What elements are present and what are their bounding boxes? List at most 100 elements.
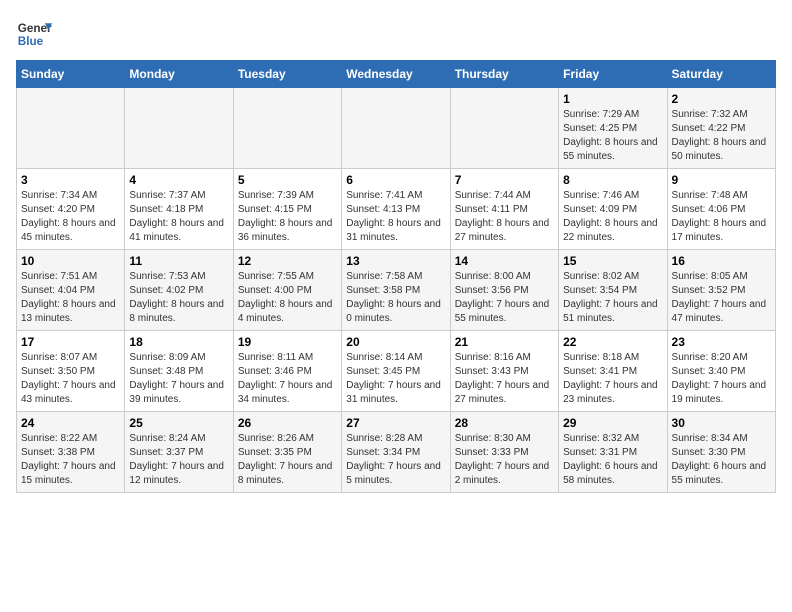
weekday-header-row: SundayMondayTuesdayWednesdayThursdayFrid…: [17, 61, 776, 88]
day-number: 27: [346, 416, 445, 430]
day-number: 29: [563, 416, 662, 430]
calendar-week-3: 10 Sunrise: 7:51 AM Sunset: 4:04 PM Dayli…: [17, 250, 776, 331]
weekday-header-friday: Friday: [559, 61, 667, 88]
calendar-header: SundayMondayTuesdayWednesdayThursdayFrid…: [17, 61, 776, 88]
calendar-cell: 25 Sunrise: 8:24 AM Sunset: 3:37 PM Dayli…: [125, 412, 233, 493]
day-info: Sunrise: 8:05 AM Sunset: 3:52 PM Dayligh…: [672, 270, 771, 326]
day-info: Sunrise: 7:44 AM Sunset: 4:11 PM Dayligh…: [455, 189, 554, 245]
weekday-header-monday: Monday: [125, 61, 233, 88]
day-number: 20: [346, 335, 445, 349]
day-number: 19: [238, 335, 337, 349]
logo: General Blue: [16, 16, 52, 52]
calendar-cell: [17, 88, 125, 169]
calendar-cell: 5Sunrise: 7:39 AM Sunset: 4:15 PM Daylig…: [233, 169, 341, 250]
svg-text:Blue: Blue: [18, 35, 44, 48]
calendar-cell: 24 Sunrise: 8:22 AM Sunset: 3:38 PM Dayli…: [17, 412, 125, 493]
calendar-cell: 10 Sunrise: 7:51 AM Sunset: 4:04 PM Dayli…: [17, 250, 125, 331]
logo-icon: General Blue: [16, 16, 52, 52]
day-number: 21: [455, 335, 554, 349]
calendar-cell: [233, 88, 341, 169]
day-info: Sunrise: 8:16 AM Sunset: 3:43 PM Dayligh…: [455, 351, 554, 407]
day-info: Sunrise: 7:55 AM Sunset: 4:00 PM Dayligh…: [238, 270, 337, 326]
calendar-cell: 8 Sunrise: 7:46 AM Sunset: 4:09 PM Daylig…: [559, 169, 667, 250]
calendar-cell: 29 Sunrise: 8:32 AM Sunset: 3:31 PM Dayli…: [559, 412, 667, 493]
day-number: 17: [21, 335, 120, 349]
weekday-header-wednesday: Wednesday: [342, 61, 450, 88]
calendar-cell: 1Sunrise: 7:29 AM Sunset: 4:25 PM Daylig…: [559, 88, 667, 169]
calendar-cell: 12Sunrise: 7:55 AM Sunset: 4:00 PM Dayli…: [233, 250, 341, 331]
day-number: 25: [129, 416, 228, 430]
calendar-cell: 21 Sunrise: 8:16 AM Sunset: 3:43 PM Dayli…: [450, 331, 558, 412]
weekday-header-sunday: Sunday: [17, 61, 125, 88]
day-number: 18: [129, 335, 228, 349]
day-number: 22: [563, 335, 662, 349]
calendar-cell: 26Sunrise: 8:26 AM Sunset: 3:35 PM Dayli…: [233, 412, 341, 493]
day-info: Sunrise: 8:30 AM Sunset: 3:33 PM Dayligh…: [455, 432, 554, 488]
calendar-body: 1Sunrise: 7:29 AM Sunset: 4:25 PM Daylig…: [17, 88, 776, 493]
day-number: 14: [455, 254, 554, 268]
day-info: Sunrise: 8:24 AM Sunset: 3:37 PM Dayligh…: [129, 432, 228, 488]
calendar-table: SundayMondayTuesdayWednesdayThursdayFrid…: [16, 60, 776, 493]
day-info: Sunrise: 8:26 AM Sunset: 3:35 PM Dayligh…: [238, 432, 337, 488]
day-number: 9: [672, 173, 771, 187]
calendar-cell: 7Sunrise: 7:44 AM Sunset: 4:11 PM Daylig…: [450, 169, 558, 250]
day-info: Sunrise: 8:02 AM Sunset: 3:54 PM Dayligh…: [563, 270, 662, 326]
day-info: Sunrise: 8:09 AM Sunset: 3:48 PM Dayligh…: [129, 351, 228, 407]
weekday-header-saturday: Saturday: [667, 61, 775, 88]
calendar-week-2: 3Sunrise: 7:34 AM Sunset: 4:20 PM Daylig…: [17, 169, 776, 250]
day-info: Sunrise: 8:32 AM Sunset: 3:31 PM Dayligh…: [563, 432, 662, 488]
day-info: Sunrise: 7:37 AM Sunset: 4:18 PM Dayligh…: [129, 189, 228, 245]
day-info: Sunrise: 7:39 AM Sunset: 4:15 PM Dayligh…: [238, 189, 337, 245]
day-info: Sunrise: 7:51 AM Sunset: 4:04 PM Dayligh…: [21, 270, 120, 326]
calendar-cell: 27 Sunrise: 8:28 AM Sunset: 3:34 PM Dayli…: [342, 412, 450, 493]
calendar-cell: 16 Sunrise: 8:05 AM Sunset: 3:52 PM Dayli…: [667, 250, 775, 331]
day-number: 13: [346, 254, 445, 268]
calendar-cell: 19 Sunrise: 8:11 AM Sunset: 3:46 PM Dayli…: [233, 331, 341, 412]
calendar-cell: 13 Sunrise: 7:58 AM Sunset: 3:58 PM Dayli…: [342, 250, 450, 331]
day-info: Sunrise: 7:53 AM Sunset: 4:02 PM Dayligh…: [129, 270, 228, 326]
day-info: Sunrise: 8:11 AM Sunset: 3:46 PM Dayligh…: [238, 351, 337, 407]
day-number: 10: [21, 254, 120, 268]
day-info: Sunrise: 8:22 AM Sunset: 3:38 PM Dayligh…: [21, 432, 120, 488]
calendar-week-4: 17Sunrise: 8:07 AM Sunset: 3:50 PM Dayli…: [17, 331, 776, 412]
day-info: Sunrise: 8:18 AM Sunset: 3:41 PM Dayligh…: [563, 351, 662, 407]
day-number: 4: [129, 173, 228, 187]
weekday-header-thursday: Thursday: [450, 61, 558, 88]
day-number: 11: [129, 254, 228, 268]
calendar-cell: [450, 88, 558, 169]
day-info: Sunrise: 7:41 AM Sunset: 4:13 PM Dayligh…: [346, 189, 445, 245]
weekday-header-tuesday: Tuesday: [233, 61, 341, 88]
calendar-week-5: 24 Sunrise: 8:22 AM Sunset: 3:38 PM Dayli…: [17, 412, 776, 493]
day-number: 6: [346, 173, 445, 187]
calendar-cell: 28 Sunrise: 8:30 AM Sunset: 3:33 PM Dayli…: [450, 412, 558, 493]
calendar-cell: 20 Sunrise: 8:14 AM Sunset: 3:45 PM Dayli…: [342, 331, 450, 412]
calendar-cell: 4 Sunrise: 7:37 AM Sunset: 4:18 PM Daylig…: [125, 169, 233, 250]
day-info: Sunrise: 7:46 AM Sunset: 4:09 PM Dayligh…: [563, 189, 662, 245]
day-info: Sunrise: 8:28 AM Sunset: 3:34 PM Dayligh…: [346, 432, 445, 488]
calendar-cell: 17Sunrise: 8:07 AM Sunset: 3:50 PM Dayli…: [17, 331, 125, 412]
day-info: Sunrise: 7:58 AM Sunset: 3:58 PM Dayligh…: [346, 270, 445, 326]
day-info: Sunrise: 8:14 AM Sunset: 3:45 PM Dayligh…: [346, 351, 445, 407]
day-number: 15: [563, 254, 662, 268]
day-number: 8: [563, 173, 662, 187]
day-info: Sunrise: 8:20 AM Sunset: 3:40 PM Dayligh…: [672, 351, 771, 407]
calendar-week-1: 1Sunrise: 7:29 AM Sunset: 4:25 PM Daylig…: [17, 88, 776, 169]
day-number: 30: [672, 416, 771, 430]
day-info: Sunrise: 8:34 AM Sunset: 3:30 PM Dayligh…: [672, 432, 771, 488]
day-info: Sunrise: 7:32 AM Sunset: 4:22 PM Dayligh…: [672, 108, 771, 164]
day-info: Sunrise: 7:34 AM Sunset: 4:20 PM Dayligh…: [21, 189, 120, 245]
calendar-cell: 18 Sunrise: 8:09 AM Sunset: 3:48 PM Dayli…: [125, 331, 233, 412]
day-number: 28: [455, 416, 554, 430]
calendar-cell: 22 Sunrise: 8:18 AM Sunset: 3:41 PM Dayli…: [559, 331, 667, 412]
calendar-cell: [125, 88, 233, 169]
page-header: General Blue: [16, 16, 776, 52]
calendar-cell: 23Sunrise: 8:20 AM Sunset: 3:40 PM Dayli…: [667, 331, 775, 412]
calendar-cell: 9Sunrise: 7:48 AM Sunset: 4:06 PM Daylig…: [667, 169, 775, 250]
calendar-cell: 30 Sunrise: 8:34 AM Sunset: 3:30 PM Dayli…: [667, 412, 775, 493]
calendar-cell: [342, 88, 450, 169]
day-number: 16: [672, 254, 771, 268]
day-info: Sunrise: 7:29 AM Sunset: 4:25 PM Dayligh…: [563, 108, 662, 164]
calendar-cell: 14Sunrise: 8:00 AM Sunset: 3:56 PM Dayli…: [450, 250, 558, 331]
day-number: 24: [21, 416, 120, 430]
calendar-cell: 3Sunrise: 7:34 AM Sunset: 4:20 PM Daylig…: [17, 169, 125, 250]
